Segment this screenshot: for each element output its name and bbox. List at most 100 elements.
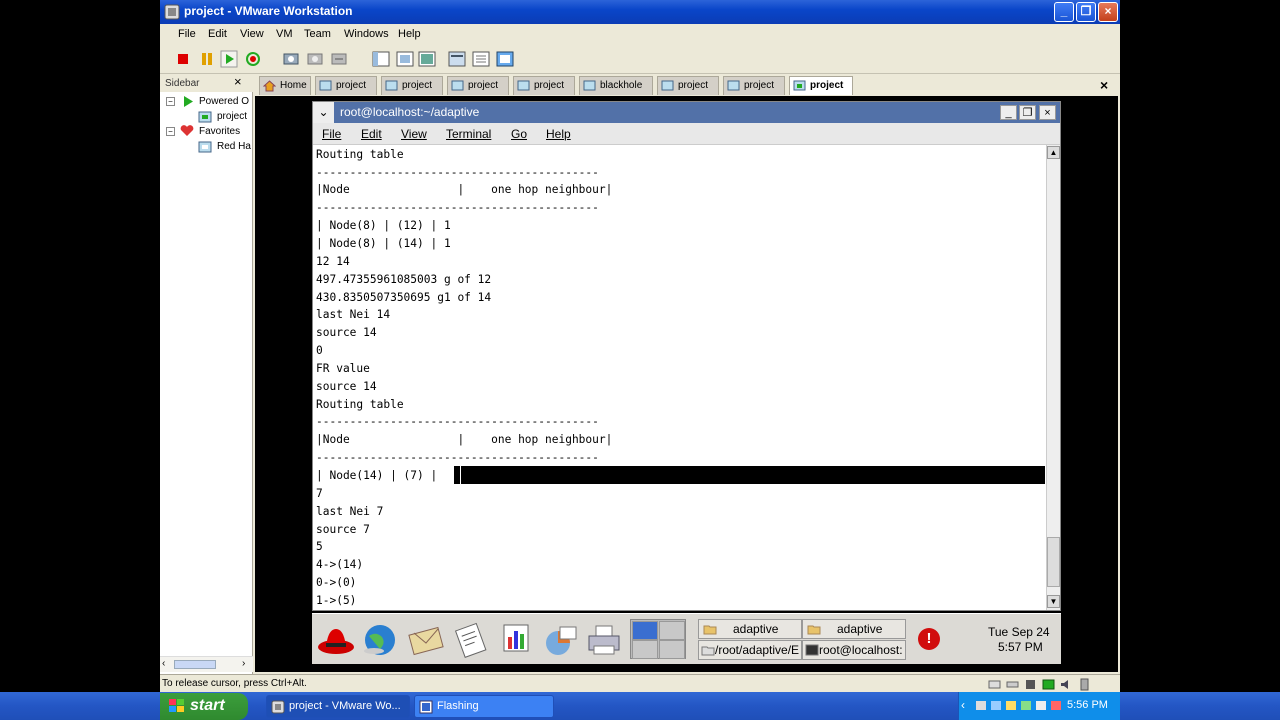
update-alert-icon[interactable]: !	[918, 628, 940, 650]
taskbar-button-vmware[interactable]: project - VMware Wo...	[266, 695, 410, 718]
start-button[interactable]: start	[160, 693, 248, 720]
revert-snapshot-icon[interactable]	[306, 50, 324, 68]
workspace-3[interactable]	[632, 640, 658, 659]
scroll-right-icon[interactable]: ›	[242, 658, 245, 669]
reset-icon[interactable]	[244, 50, 262, 68]
tray-expand-icon[interactable]: ‹	[961, 698, 965, 712]
terminal-maximize-button[interactable]: ❐	[1019, 105, 1036, 120]
terminal-minimize-button[interactable]: _	[1000, 105, 1017, 120]
hdd-icon[interactable]	[988, 678, 1001, 691]
tray-app-icon[interactable]	[1005, 699, 1017, 712]
menu-windows[interactable]: Windows	[344, 28, 389, 40]
tab-project[interactable]: project	[723, 76, 785, 95]
tab-project[interactable]: project	[513, 76, 575, 95]
snapshot-manager-icon[interactable]	[330, 50, 348, 68]
sidebar-item-redhat[interactable]: Red Ha	[217, 141, 251, 152]
floppy-icon[interactable]	[1024, 678, 1037, 691]
menu-view[interactable]: View	[240, 28, 264, 40]
sidebar-item-project[interactable]: project	[217, 111, 247, 122]
taskbar-clock[interactable]: 5:56 PM	[1067, 699, 1108, 711]
terminal-menu-help[interactable]: Help	[546, 127, 571, 141]
play-icon	[184, 96, 193, 107]
email-icon[interactable]	[406, 621, 446, 659]
panel-date[interactable]: Tue Sep 24	[988, 625, 1050, 639]
tab-project-active[interactable]: project	[789, 76, 853, 95]
tray-app-icon[interactable]	[1035, 699, 1047, 712]
presentation-icon[interactable]	[540, 621, 580, 659]
window-menu-icon[interactable]: ⌄	[313, 102, 334, 123]
scroll-up-icon[interactable]: ▲	[1047, 146, 1060, 159]
panel-task-terminal[interactable]: root@localhost:	[802, 640, 906, 660]
workspace-2[interactable]	[659, 621, 685, 640]
redhat-menu-icon[interactable]	[316, 621, 356, 659]
tray-app-icon[interactable]	[990, 699, 1002, 712]
collapse-icon[interactable]: −	[166, 97, 175, 106]
minimize-button[interactable]: _	[1054, 2, 1074, 22]
workspace-4[interactable]	[659, 640, 685, 659]
snapshot-icon[interactable]	[282, 50, 300, 68]
terminal-menu-edit[interactable]: Edit	[361, 127, 382, 141]
network-icon[interactable]	[1042, 678, 1055, 691]
tab-home[interactable]: Home	[259, 76, 311, 95]
terminal-menu-file[interactable]: File	[322, 127, 341, 141]
panel-time[interactable]: 5:57 PM	[998, 640, 1043, 654]
summary-view-icon[interactable]	[472, 50, 490, 68]
sidebar-horizontal-scrollbar[interactable]: ‹ ›	[160, 656, 253, 672]
tray-app-icon[interactable]	[975, 699, 987, 712]
panel-task-adaptive[interactable]: adaptive	[698, 619, 802, 639]
tray-app-icon[interactable]	[1020, 699, 1032, 712]
console-view-icon[interactable]	[448, 50, 466, 68]
power-off-icon[interactable]	[174, 50, 192, 68]
tab-project[interactable]: project	[381, 76, 443, 95]
menu-vm[interactable]: VM	[276, 28, 293, 40]
full-screen-icon[interactable]	[418, 50, 436, 68]
scroll-thumb[interactable]	[174, 660, 216, 669]
workspace-switcher[interactable]	[630, 619, 686, 659]
sound-icon[interactable]	[1060, 678, 1073, 691]
close-button[interactable]: ×	[1098, 2, 1118, 22]
tab-close-icon[interactable]: ×	[1100, 77, 1108, 93]
sidebar-item-powered-on[interactable]: Powered O	[199, 96, 249, 107]
panel-task-file-manager[interactable]: /root/adaptive/E	[698, 640, 802, 660]
cdrom-icon[interactable]	[1006, 678, 1019, 691]
writer-icon[interactable]	[452, 621, 492, 659]
workspace-1[interactable]	[632, 621, 658, 640]
folder-icon	[807, 625, 821, 635]
power-on-icon[interactable]	[220, 50, 238, 68]
scroll-thumb[interactable]	[1047, 537, 1060, 587]
menu-help[interactable]: Help	[398, 28, 421, 40]
collapse-icon[interactable]: −	[166, 127, 175, 136]
terminal-menu-view[interactable]: View	[401, 127, 427, 141]
tab-project[interactable]: project	[315, 76, 377, 95]
terminal-scrollbar[interactable]: ▲ ▼	[1046, 145, 1060, 610]
sidebar-close-icon[interactable]: ×	[234, 74, 242, 89]
sidebar-item-favorites[interactable]: Favorites	[199, 126, 240, 137]
terminal-menu-terminal[interactable]: Terminal	[446, 127, 491, 141]
tray-app-icon[interactable]	[1050, 699, 1062, 712]
terminal-menu-go[interactable]: Go	[511, 127, 527, 141]
scroll-down-icon[interactable]: ▼	[1047, 595, 1060, 608]
menu-edit[interactable]: Edit	[208, 28, 227, 40]
task-label: root@localhost:	[819, 643, 903, 657]
appliance-view-icon[interactable]	[496, 50, 514, 68]
panel-task-adaptive[interactable]: adaptive	[802, 619, 906, 639]
suspend-icon[interactable]	[198, 50, 216, 68]
printer-icon[interactable]	[584, 621, 624, 659]
web-browser-icon[interactable]	[360, 621, 400, 659]
terminal-titlebar[interactable]: ⌄ root@localhost:~/adaptive _ ❐ ×	[313, 102, 1060, 123]
show-sidebar-icon[interactable]	[372, 50, 390, 68]
taskbar-button-flashing[interactable]: Flashing	[414, 695, 554, 718]
tab-blackhole[interactable]: blackhole	[579, 76, 653, 95]
terminal-output[interactable]: Routing table --------------------------…	[315, 145, 1045, 610]
tab-project[interactable]: project	[657, 76, 719, 95]
menu-team[interactable]: Team	[304, 28, 331, 40]
scroll-left-icon[interactable]: ‹	[162, 658, 165, 669]
restore-button[interactable]: ❐	[1076, 2, 1096, 22]
terminal-close-button[interactable]: ×	[1039, 105, 1056, 120]
usb-icon[interactable]	[1078, 678, 1091, 691]
tab-project[interactable]: project	[447, 76, 509, 95]
spreadsheet-icon[interactable]	[496, 621, 536, 659]
quick-switch-icon[interactable]	[396, 50, 414, 68]
menu-file[interactable]: File	[178, 28, 196, 40]
vmware-titlebar[interactable]: project - VMware Workstation _ ❐ ×	[160, 0, 1120, 24]
